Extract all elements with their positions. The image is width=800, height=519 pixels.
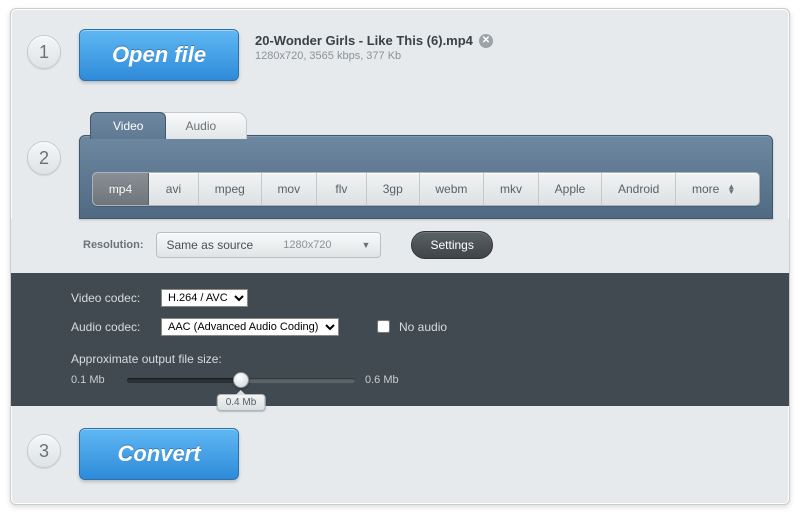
audio-codec-select[interactable]: AAC (Advanced Audio Coding): [161, 318, 339, 336]
format-3gp[interactable]: 3gp: [367, 173, 420, 205]
filesize-current: 0.4 Mb: [217, 394, 266, 411]
step-3-row: 3 Convert: [11, 406, 789, 504]
tabs: Video Audio: [90, 112, 247, 139]
resolution-row: Resolution: Same as source 1280x720 ▼ Se…: [11, 219, 789, 273]
format-flv[interactable]: flv: [317, 173, 367, 205]
step-2-row: 2 Video Audio mp4 avi mpeg mov flv 3gp w…: [11, 101, 789, 219]
converter-app: 1 Open file 20-Wonder Girls - Like This …: [10, 8, 790, 505]
updown-icon: ▲▼: [727, 184, 735, 194]
filesize-title: Approximate output file size:: [71, 352, 769, 366]
resolution-label: Resolution:: [83, 239, 144, 251]
file-meta: 20-Wonder Girls - Like This (6).mp4 ✕ 12…: [255, 29, 493, 62]
no-audio-label: No audio: [399, 320, 447, 334]
video-codec-row: Video codec: H.264 / AVC: [71, 289, 769, 307]
audio-codec-label: Audio codec:: [71, 320, 151, 334]
no-audio-checkbox[interactable]: [377, 320, 390, 333]
format-webm[interactable]: webm: [420, 173, 485, 205]
slider-thumb[interactable]: [233, 372, 249, 388]
format-mkv[interactable]: mkv: [484, 173, 539, 205]
format-bar: mp4 avi mpeg mov flv 3gp webm mkv Apple …: [92, 172, 760, 206]
resolution-value: Same as source: [167, 238, 254, 252]
step-badge-3: 3: [27, 434, 61, 468]
resolution-select[interactable]: Same as source 1280x720 ▼: [156, 232, 382, 258]
filesize-min: 0.1 Mb: [71, 374, 117, 386]
settings-button[interactable]: Settings: [411, 231, 492, 259]
format-avi[interactable]: avi: [149, 173, 199, 205]
slider-track[interactable]: 0.4 Mb: [127, 378, 355, 383]
file-name-text: 20-Wonder Girls - Like This (6).mp4: [255, 33, 473, 48]
video-codec-label: Video codec:: [71, 291, 151, 305]
format-mp4[interactable]: mp4: [93, 173, 149, 205]
open-file-button[interactable]: Open file: [79, 29, 239, 81]
format-mov[interactable]: mov: [262, 173, 317, 205]
chevron-down-icon: ▼: [362, 240, 371, 250]
step-badge-2: 2: [27, 141, 61, 175]
format-mpeg[interactable]: mpeg: [199, 173, 262, 205]
format-more-label: more: [692, 182, 719, 196]
no-audio-option: No audio: [373, 317, 447, 336]
step-1-row: 1 Open file 20-Wonder Girls - Like This …: [11, 9, 789, 101]
tab-video[interactable]: Video: [90, 112, 166, 139]
remove-file-icon[interactable]: ✕: [479, 34, 493, 48]
audio-codec-row: Audio codec: AAC (Advanced Audio Coding)…: [71, 317, 769, 336]
convert-button[interactable]: Convert: [79, 428, 239, 480]
video-codec-select[interactable]: H.264 / AVC: [161, 289, 248, 307]
tab-audio[interactable]: Audio: [162, 112, 247, 139]
format-more[interactable]: more ▲▼: [676, 173, 759, 205]
filesize-slider: 0.1 Mb 0.4 Mb 0.6 Mb: [71, 374, 411, 386]
advanced-settings-panel: Video codec: H.264 / AVC Audio codec: AA…: [11, 273, 789, 406]
format-panel: Video Audio mp4 avi mpeg mov flv 3gp web…: [79, 135, 773, 219]
format-apple[interactable]: Apple: [539, 173, 602, 205]
file-name-row: 20-Wonder Girls - Like This (6).mp4 ✕: [255, 33, 493, 48]
format-android[interactable]: Android: [602, 173, 676, 205]
filesize-max: 0.6 Mb: [365, 374, 411, 386]
step-badge-1: 1: [27, 35, 61, 69]
file-info-text: 1280x720, 3565 kbps, 377 Kb: [255, 50, 493, 62]
resolution-dim: 1280x720: [283, 239, 331, 251]
